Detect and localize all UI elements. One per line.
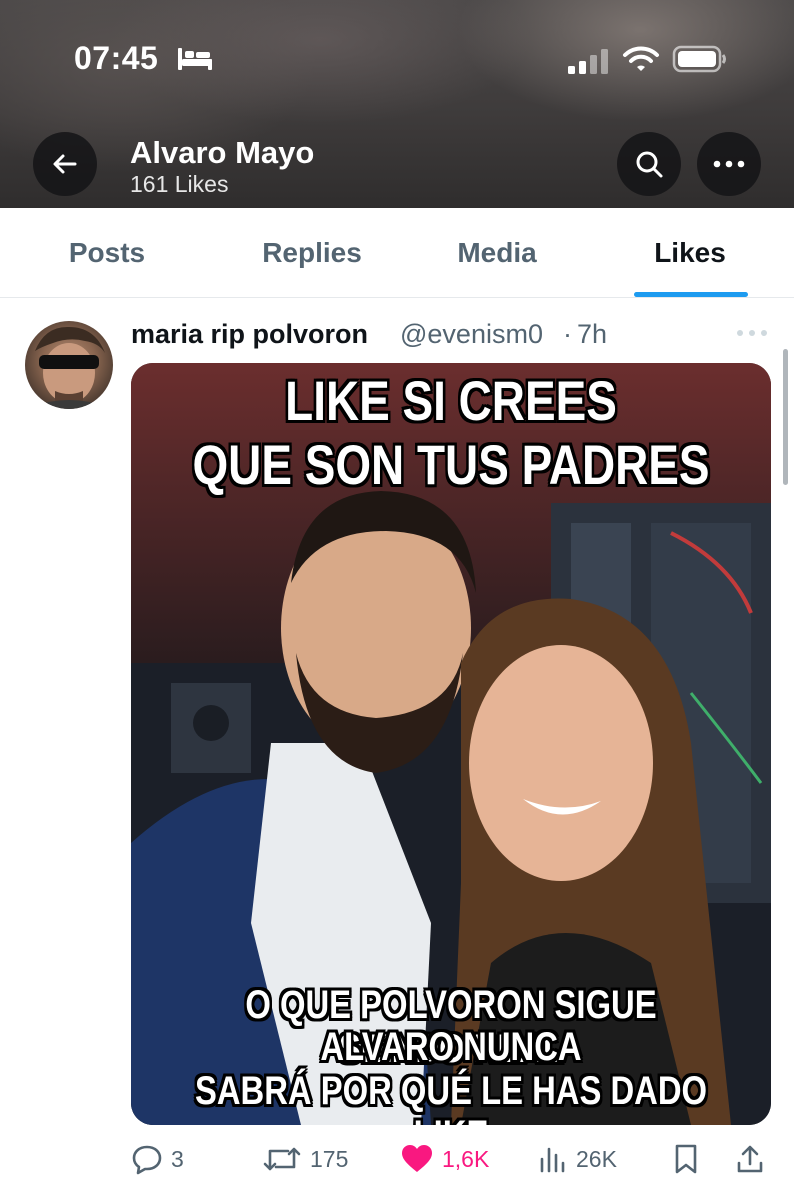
views-chart-icon xyxy=(540,1147,565,1173)
avatar[interactable] xyxy=(25,321,113,409)
views-button[interactable]: 26K xyxy=(538,1137,617,1181)
status-bar: 07:45 xyxy=(0,0,794,120)
wifi-icon xyxy=(623,46,659,71)
repost-count: 175 xyxy=(310,1145,349,1172)
author-name[interactable]: maria rip polvoron xyxy=(131,319,368,350)
back-button[interactable] xyxy=(33,132,97,196)
repost-icon xyxy=(263,1147,301,1171)
views-count: 26K xyxy=(576,1145,617,1172)
author-handle[interactable]: @evenism0 xyxy=(400,319,543,350)
profile-name: Alvaro Mayo xyxy=(130,135,315,170)
tweet-time[interactable]: 7h xyxy=(577,319,607,350)
like-count: 1,6K xyxy=(442,1145,490,1172)
meme-caption-top-line-1: LIKE SI CREES xyxy=(285,369,617,432)
tab-media[interactable]: Media xyxy=(430,208,564,298)
bookmark-button[interactable] xyxy=(672,1137,700,1181)
share-button[interactable] xyxy=(735,1137,765,1181)
signal-icon xyxy=(568,49,608,74)
profile-likes-count: 161 Likes xyxy=(130,171,229,197)
meme-caption-top-line-2: QUE SON TUS PADRES xyxy=(192,433,710,496)
bookmark-icon xyxy=(675,1144,697,1174)
heart-filled-icon xyxy=(402,1145,432,1172)
more-icon[interactable] xyxy=(736,327,768,339)
tweet[interactable]: maria rip polvoron @evenism0 · 7h LIKE S… xyxy=(0,299,794,1200)
back-arrow-icon xyxy=(53,154,77,174)
reply-button[interactable]: 3 xyxy=(131,1137,184,1181)
tab-replies[interactable]: Replies xyxy=(240,208,384,298)
search-icon xyxy=(636,151,663,178)
tweet-media-image[interactable]: LIKE SI CREES QUE SON TUS PADRES O QUE P… xyxy=(131,363,771,1125)
profile-header: 07:45 Alvaro Mayo 161 Likes xyxy=(0,0,794,208)
more-icon xyxy=(713,160,745,168)
reply-icon xyxy=(132,1145,162,1175)
profile-tabs: Posts Replies Media Likes xyxy=(0,208,794,298)
share-icon xyxy=(737,1145,763,1173)
active-tab-indicator xyxy=(634,292,748,297)
reply-count: 3 xyxy=(171,1145,184,1172)
avatar-image xyxy=(25,326,113,409)
bed-icon xyxy=(178,48,212,70)
repost-button[interactable]: 175 xyxy=(262,1137,348,1181)
search-button[interactable] xyxy=(617,132,681,196)
tab-likes[interactable]: Likes xyxy=(630,208,750,298)
meme-caption-bottom-line-3: SABRÁ POR QUÉ LE HAS DADO LIKE xyxy=(194,1069,708,1125)
tab-posts[interactable]: Posts xyxy=(40,208,174,298)
more-options-button[interactable] xyxy=(697,132,761,196)
scrollbar[interactable] xyxy=(783,349,788,485)
meme-caption-bottom-line-2: ALVARO NUNCA xyxy=(320,1025,582,1069)
meta-separator: · xyxy=(563,319,572,349)
battery-icon xyxy=(672,45,726,73)
like-button[interactable]: 1,6K xyxy=(400,1137,489,1181)
status-time: 07:45 xyxy=(74,40,159,76)
